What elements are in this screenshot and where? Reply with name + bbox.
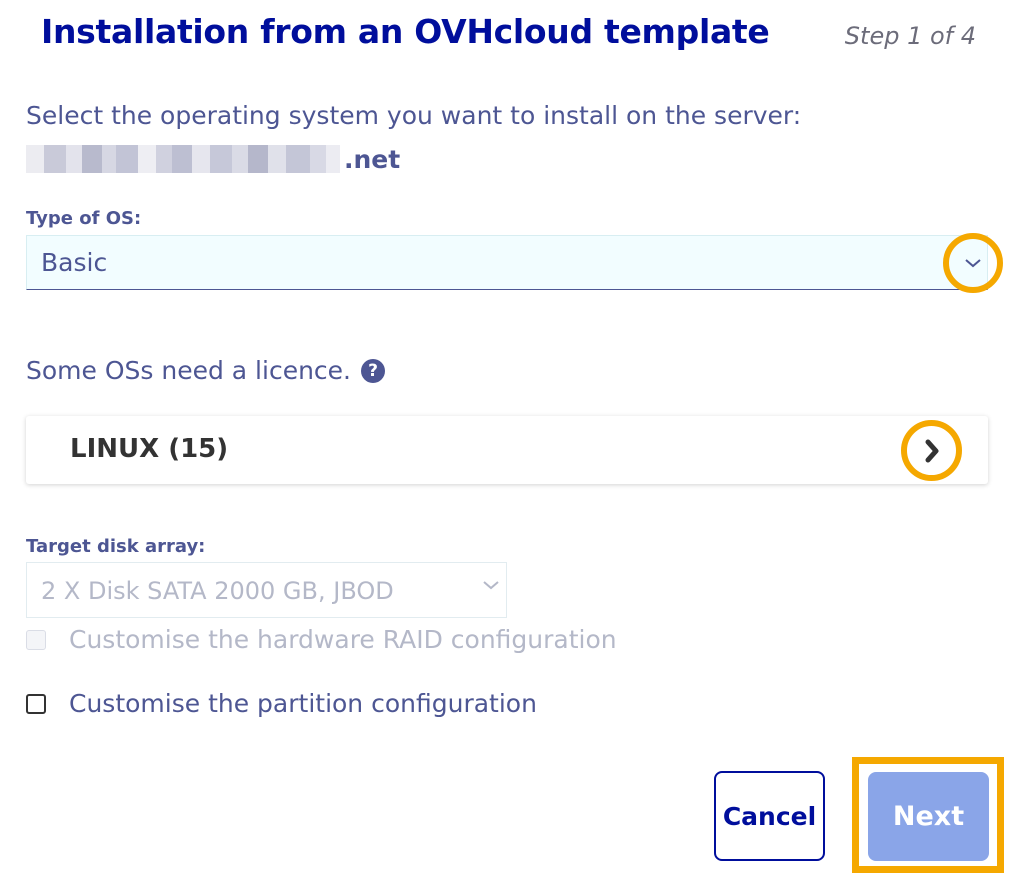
licence-text: Some OSs need a licence. — [26, 356, 351, 385]
licence-note: Some OSs need a licence. ? — [26, 356, 385, 385]
server-name: .net — [26, 142, 400, 176]
step-indicator: Step 1 of 4 — [844, 22, 976, 50]
raid-checkbox[interactable] — [26, 629, 46, 650]
partition-option-label: Customise the partition configuration — [69, 689, 537, 718]
chevron-right-icon — [925, 439, 938, 462]
os-type-dropdown-toggle[interactable] — [943, 233, 1003, 293]
chevron-down-icon — [483, 581, 499, 590]
help-icon[interactable]: ? — [361, 358, 385, 383]
partition-checkbox[interactable] — [26, 693, 46, 714]
disk-array-select[interactable]: 2 X Disk SATA 2000 GB, JBOD — [26, 562, 507, 618]
cancel-button[interactable]: Cancel — [714, 771, 825, 861]
os-group-expand-toggle[interactable] — [901, 420, 962, 481]
os-prompt: Select the operating system you want to … — [26, 101, 802, 130]
raid-option: Customise the hardware RAID configuratio… — [26, 625, 617, 654]
page-title: Installation from an OVHcloud template — [41, 12, 770, 51]
redacted-server-name — [26, 145, 340, 173]
os-group-linux[interactable]: LINUX (15) — [26, 416, 988, 484]
raid-option-label: Customise the hardware RAID configuratio… — [69, 625, 617, 654]
os-type-value: Basic — [41, 248, 108, 277]
partition-option: Customise the partition configuration — [26, 689, 537, 718]
os-type-label: Type of OS: — [26, 208, 142, 229]
disk-array-label: Target disk array: — [26, 536, 206, 557]
server-name-suffix: .net — [344, 144, 401, 174]
os-type-select[interactable]: Basic — [26, 235, 988, 290]
next-button[interactable]: Next — [868, 772, 989, 861]
os-group-label: LINUX (15) — [70, 434, 229, 464]
disk-array-value: 2 X Disk SATA 2000 GB, JBOD — [41, 577, 394, 605]
chevron-down-icon — [965, 259, 981, 268]
